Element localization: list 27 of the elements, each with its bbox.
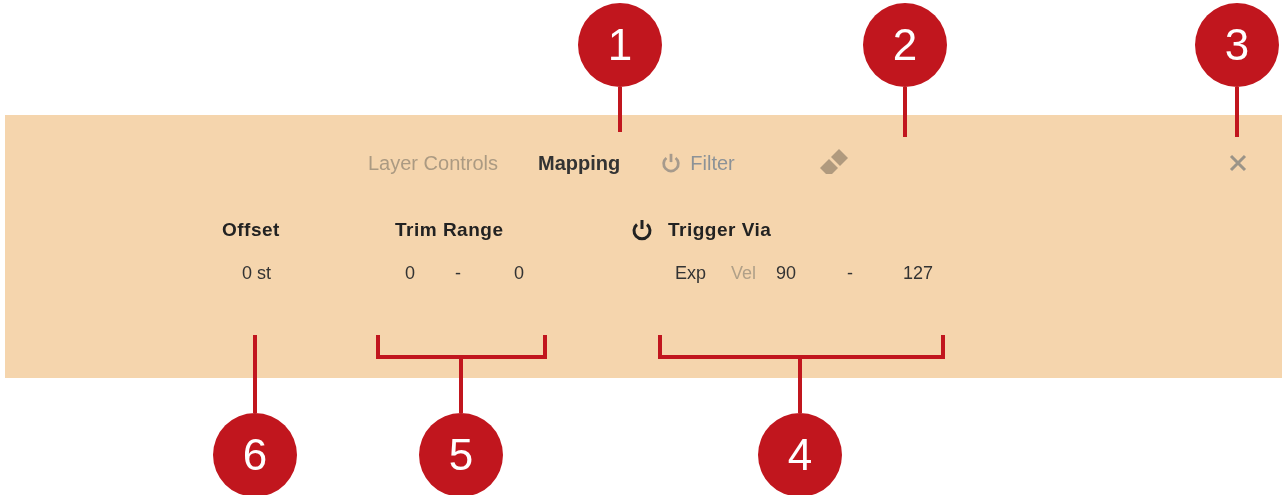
leader-line	[1235, 87, 1239, 137]
leader-line	[618, 87, 622, 132]
callout-badge: 5	[419, 413, 503, 495]
callout-badge: 6	[213, 413, 297, 495]
callout-badge: 1	[578, 3, 662, 87]
value-text: 0	[405, 261, 415, 285]
leader-line	[903, 87, 907, 137]
value-text: 90	[776, 261, 797, 285]
value-text: 0	[514, 261, 525, 285]
tab[interactable]: Filter	[660, 148, 735, 178]
callout-badge: 3	[1195, 3, 1279, 87]
callout-badge: 2	[863, 3, 947, 87]
value-text: -	[847, 261, 854, 285]
value-text: 0 st	[242, 261, 271, 285]
value-text: -	[455, 261, 461, 285]
section-title: Trigger Via	[668, 217, 772, 242]
close-button[interactable]	[1228, 153, 1248, 173]
value-text: 127	[903, 261, 934, 285]
section-title: Trim Range	[395, 217, 504, 242]
tab[interactable]: Mapping	[538, 148, 621, 178]
tab[interactable]: Layer Controls	[368, 148, 499, 178]
section-title: Offset	[222, 217, 280, 242]
callout-badge: 4	[758, 413, 842, 495]
value-text: Exp	[675, 261, 707, 285]
value-text: Vel	[731, 261, 757, 285]
close-icon	[1228, 153, 1248, 173]
power-icon[interactable]	[630, 218, 654, 242]
